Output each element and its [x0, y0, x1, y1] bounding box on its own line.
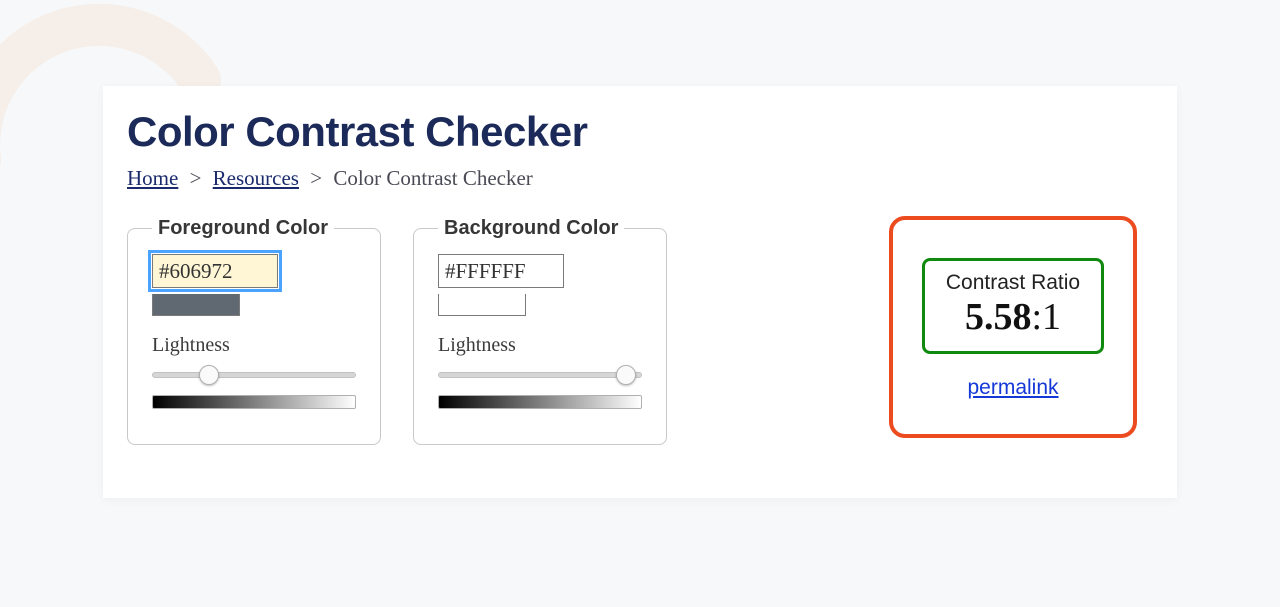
foreground-panel: Foreground Color Lightness: [127, 217, 381, 445]
breadcrumb-separator: >: [304, 166, 328, 190]
slider-thumb[interactable]: [199, 365, 219, 385]
slider-thumb[interactable]: [616, 365, 636, 385]
ratio-number: 5.58: [965, 296, 1032, 338]
lightness-gradient: [438, 395, 642, 409]
breadcrumb-resources-link[interactable]: Resources: [213, 166, 299, 190]
background-lightness-label: Lightness: [438, 334, 642, 357]
slider-track: [152, 372, 356, 378]
lightness-gradient: [152, 395, 356, 409]
foreground-legend: Foreground Color: [152, 217, 334, 240]
foreground-hex-input[interactable]: [152, 254, 278, 288]
permalink-wrap: permalink: [967, 376, 1058, 400]
background-panel: Background Color Lightness: [413, 217, 667, 445]
slider-track: [438, 372, 642, 378]
result-box: Contrast Ratio 5.58:1 permalink: [889, 216, 1137, 438]
background-legend: Background Color: [438, 217, 624, 240]
background-lightness-slider[interactable]: [438, 363, 642, 387]
page-title: Color Contrast Checker: [127, 108, 1153, 156]
foreground-swatch[interactable]: [152, 294, 240, 316]
background-swatch[interactable]: [438, 294, 526, 316]
breadcrumb-home-link[interactable]: Home: [127, 166, 178, 190]
permalink-link[interactable]: permalink: [967, 376, 1058, 399]
background-hex-input[interactable]: [438, 254, 564, 288]
foreground-lightness-label: Lightness: [152, 334, 356, 357]
ratio-suffix: :1: [1031, 296, 1061, 338]
breadcrumb-separator: >: [184, 166, 208, 190]
contrast-ratio-value: 5.58:1: [939, 297, 1087, 339]
contrast-ratio-box: Contrast Ratio 5.58:1: [922, 258, 1104, 354]
breadcrumb: Home > Resources > Color Contrast Checke…: [127, 166, 1153, 191]
breadcrumb-current: Color Contrast Checker: [333, 166, 532, 190]
contrast-ratio-label: Contrast Ratio: [939, 271, 1087, 295]
foreground-lightness-slider[interactable]: [152, 363, 356, 387]
content-card: Color Contrast Checker Home > Resources …: [103, 86, 1177, 498]
